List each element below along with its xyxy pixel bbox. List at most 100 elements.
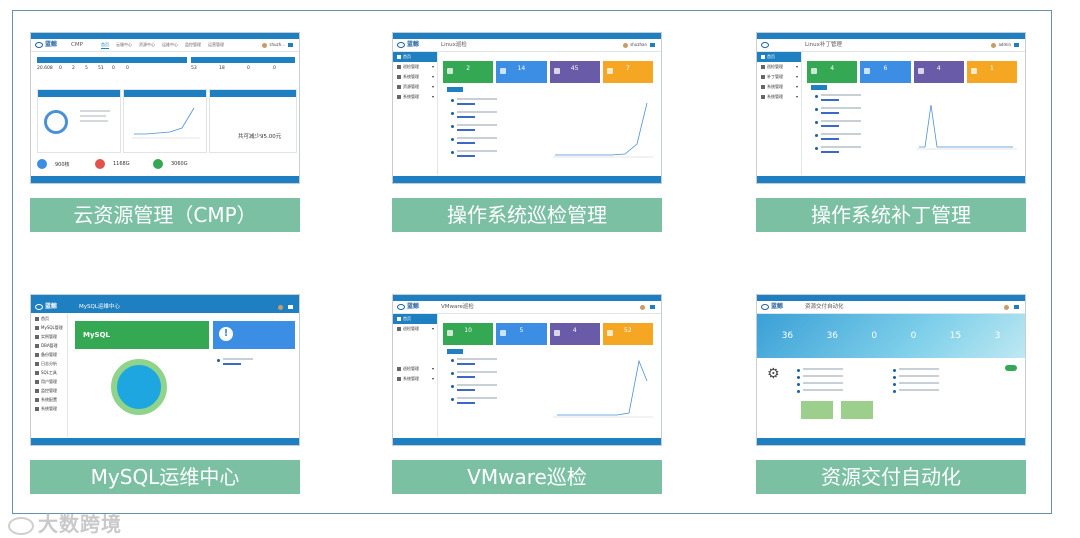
- vmware-screenshot[interactable]: 蓝鲸 VMware巡检 首页 巡检管理 ▾ 巡检管理 ▾ 系统管理 ▾ 10 5 4 …: [392, 294, 662, 446]
- cpu-total: 900核: [55, 161, 70, 168]
- sidebar-item-patch[interactable]: 补丁管理 ▾: [757, 72, 801, 82]
- label-delivery: 资源交付自动化: [756, 460, 1026, 494]
- tab-cloud[interactable]: 云服中心: [116, 42, 132, 49]
- sidebar-item[interactable]: 备份管理: [31, 350, 67, 359]
- stat-tile[interactable]: 4: [549, 323, 600, 345]
- user-menu[interactable]: shuzh...: [262, 42, 293, 48]
- label-mysql: MySQL运维中心: [30, 460, 300, 494]
- sidebar-item-home[interactable]: 首页: [757, 52, 801, 62]
- stat-tile[interactable]: 4: [913, 61, 964, 83]
- sidebar-subitem[interactable]: [393, 344, 437, 354]
- stats-row: 900核 1168G 3060G: [37, 155, 197, 173]
- logo: 蓝鲸: [35, 41, 57, 49]
- banner-stat: 36: [826, 331, 839, 341]
- sidebar-item[interactable]: MySQL管理: [31, 323, 67, 332]
- stat-tile[interactable]: 6: [860, 61, 911, 83]
- mysql-badge: MySQL: [83, 331, 110, 339]
- delivery-button[interactable]: [841, 401, 873, 419]
- user-menu[interactable]: shuzhan: [623, 42, 655, 48]
- stats-table: 20.608 0 2 5 51 0 0 53 18 0 0: [37, 57, 295, 79]
- label-os-patch: 操作系统补丁管理: [756, 198, 1026, 232]
- sidebar-item-home[interactable]: 首页: [393, 52, 437, 62]
- stat-tile[interactable]: 7: [602, 61, 653, 83]
- alert-panel[interactable]: !: [213, 321, 295, 349]
- user-menu[interactable]: [1004, 304, 1019, 310]
- sidebar-item-system[interactable]: 系统管理 ▾: [757, 82, 801, 92]
- status-bar: [31, 176, 299, 183]
- linux-inspection-screenshot[interactable]: 蓝鲸 Linux巡检 shuzhan 首页 巡检管理 ▾ 系统管理 ▾ 资源管理 ▾ …: [392, 32, 662, 184]
- banner-stat: 0: [910, 331, 917, 341]
- toggle-switch[interactable]: [1005, 365, 1017, 371]
- stat-tile[interactable]: 45: [549, 61, 600, 83]
- user-menu[interactable]: [640, 304, 655, 310]
- sidebar-subitem[interactable]: [393, 334, 437, 344]
- table-cell: 53: [191, 66, 197, 71]
- sidebar-item[interactable]: DBA管理: [31, 341, 67, 350]
- sidebar-item-admin[interactable]: 系统管理 ▾: [757, 92, 801, 102]
- mysql-status-panel[interactable]: MySQL: [75, 321, 209, 349]
- sidebar-item[interactable]: 首页: [31, 314, 67, 323]
- user-menu[interactable]: admin: [991, 42, 1019, 48]
- memory-icon: [95, 159, 105, 169]
- app-header: 蓝鲸 MySQL运维中心: [31, 301, 299, 313]
- trend-chart: [553, 359, 653, 418]
- sidebar-item-system[interactable]: 系统管理 ▾: [393, 374, 437, 384]
- sidebar-item[interactable]: 系统配置: [31, 395, 67, 404]
- line-chart: [132, 107, 200, 139]
- sidebar-item-home[interactable]: 首页: [393, 314, 437, 324]
- alert-icon: !: [219, 327, 233, 341]
- panel-right: 共可减少95.00元: [209, 89, 297, 153]
- stat-tile[interactable]: 52: [602, 323, 653, 345]
- sidebar-item[interactable]: 日志分析: [31, 359, 67, 368]
- logo: [761, 41, 771, 49]
- delivery-screenshot[interactable]: 蓝鲸 资源交付自动化 36 36 0 0 15 3 ⚙: [756, 294, 1026, 446]
- mysql-screenshot[interactable]: 蓝鲸 MySQL运维中心 首页 MySQL管理 实例管理 DBA管理 备份管理 …: [30, 294, 300, 446]
- sidebar-item[interactable]: 系统管理: [31, 404, 67, 413]
- sidebar: 首页 巡检管理 ▾ 系统管理 ▾ 资源管理 ▾ 系统管理 ▾: [393, 52, 438, 175]
- sidebar-item-admin[interactable]: 系统管理 ▾: [393, 92, 437, 102]
- sidebar-item-inspect[interactable]: 巡检管理 ▾: [393, 62, 437, 72]
- logo: 蓝鲸: [397, 41, 419, 49]
- table-cell: 20.608: [37, 66, 53, 71]
- stat-tile[interactable]: 14: [496, 61, 547, 83]
- stat-tile[interactable]: 5: [496, 323, 547, 345]
- stat-tile[interactable]: 1: [966, 61, 1017, 83]
- table-cell: 0: [273, 66, 276, 71]
- sidebar-item-inspect[interactable]: 巡检管理 ▾: [757, 62, 801, 72]
- panel-mid: [123, 89, 207, 153]
- task-button[interactable]: [447, 349, 463, 354]
- tab-monitor[interactable]: 监控管理: [185, 42, 201, 49]
- status-bar: [393, 176, 661, 183]
- sidebar-item-inspect[interactable]: 巡检管理 ▾: [393, 324, 437, 334]
- app-title: MySQL运维中心: [79, 304, 120, 310]
- sidebar-item[interactable]: 用户管理: [31, 377, 67, 386]
- tab-resource[interactable]: 资源中心: [139, 42, 155, 49]
- stat-tile[interactable]: 4: [807, 61, 858, 83]
- table-cell: 0: [112, 66, 115, 71]
- table-cell: 0: [59, 66, 62, 71]
- delivery-button[interactable]: [801, 401, 833, 419]
- sidebar-item-inspect-2[interactable]: 巡检管理 ▾: [393, 364, 437, 374]
- sidebar-subitem[interactable]: [393, 354, 437, 364]
- sidebar: 首页 巡检管理 ▾ 巡检管理 ▾ 系统管理 ▾: [393, 314, 438, 437]
- sidebar-item-resource[interactable]: 资源管理 ▾: [393, 82, 437, 92]
- tab-home[interactable]: 首页: [101, 42, 109, 49]
- sidebar-item[interactable]: SQL工具: [31, 368, 67, 377]
- tab-operation[interactable]: 运营管理: [208, 42, 224, 49]
- sidebar-item-system[interactable]: 系统管理 ▾: [393, 72, 437, 82]
- logo: 蓝鲸: [761, 303, 783, 311]
- sidebar-item[interactable]: 监控管理: [31, 386, 67, 395]
- table-cell: 18: [219, 66, 225, 71]
- app-header: 蓝鲸 Linux巡检 shuzhan: [393, 39, 661, 52]
- table-cell: 5: [85, 66, 88, 71]
- logo: 蓝鲸: [35, 303, 57, 311]
- linux-patch-screenshot[interactable]: Linux补丁管理 admin 首页 巡检管理 ▾ 补丁管理 ▾ 系统管理 ▾ 系统管…: [756, 32, 1026, 184]
- stat-tile[interactable]: 2: [443, 61, 494, 83]
- task-button[interactable]: [447, 87, 463, 92]
- cmp-screenshot[interactable]: 蓝鲸 CMP 首页 云服中心 资源中心 运维中心 监控管理 运营管理 shuzh…: [30, 32, 300, 184]
- tab-ops[interactable]: 运维中心: [162, 42, 178, 49]
- task-button[interactable]: [811, 85, 827, 90]
- user-menu[interactable]: [278, 304, 293, 310]
- sidebar-item[interactable]: 实例管理: [31, 332, 67, 341]
- stat-tile[interactable]: 10: [443, 323, 494, 345]
